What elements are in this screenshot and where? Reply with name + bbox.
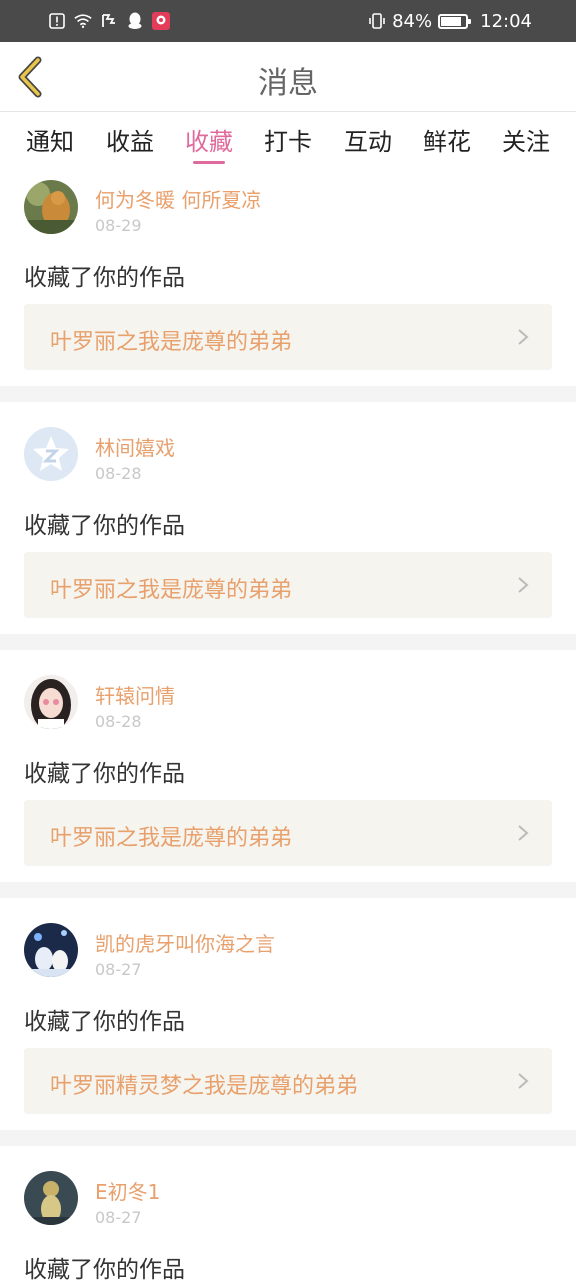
action-text: 收藏了你的作品: [24, 761, 185, 787]
divider: [0, 882, 576, 898]
date: 08-29: [95, 216, 142, 235]
tab-follow[interactable]: 关注: [486, 122, 566, 157]
username[interactable]: 轩辕问情: [95, 680, 175, 709]
tab-checkin[interactable]: 打卡: [248, 122, 328, 157]
work-title: 叶罗丽之我是庞尊的弟弟: [50, 578, 293, 603]
work-title: 叶罗丽精灵梦之我是庞尊的弟弟: [50, 1074, 359, 1099]
tab-favorites[interactable]: 收藏: [169, 122, 249, 157]
date: 08-27: [95, 960, 142, 979]
username[interactable]: 林间嬉戏: [95, 432, 175, 461]
list-item: E初冬1 08-27 收藏了你的作品: [0, 1146, 576, 1280]
work-card[interactable]: 叶罗丽精灵梦之我是庞尊的弟弟: [24, 1048, 552, 1114]
tab-bar: 通知 收益 收藏 打卡 互动 鲜花 关注: [0, 112, 576, 170]
page-title: 消息: [258, 66, 318, 101]
list-item: 何为冬暖 何所夏凉 08-29 收藏了你的作品 叶罗丽之我是庞尊的弟弟: [0, 170, 576, 386]
username[interactable]: 凯的虎牙叫你海之言: [95, 928, 275, 957]
clock: 12:04: [480, 10, 532, 32]
tab-flowers[interactable]: 鲜花: [407, 122, 487, 157]
app-notification-icon: [152, 12, 170, 30]
tab-notifications[interactable]: 通知: [10, 122, 90, 157]
divider: [0, 1130, 576, 1146]
header: 消息: [0, 42, 576, 112]
work-card[interactable]: 叶罗丽之我是庞尊的弟弟: [24, 552, 552, 618]
status-bar: 84% 12:04: [0, 0, 576, 42]
date: 08-28: [95, 464, 142, 483]
date: 08-27: [95, 1208, 142, 1227]
avatar[interactable]: [24, 1171, 78, 1225]
work-card[interactable]: 叶罗丽之我是庞尊的弟弟: [24, 800, 552, 866]
wifi-icon: [74, 12, 92, 30]
status-icons-left: [48, 10, 170, 32]
username[interactable]: E初冬1: [95, 1176, 160, 1205]
action-text: 收藏了你的作品: [24, 1257, 185, 1280]
work-card[interactable]: 叶罗丽之我是庞尊的弟弟: [24, 304, 552, 370]
chevron-right-icon: [518, 577, 529, 593]
avatar[interactable]: [24, 675, 78, 729]
avatar[interactable]: [24, 923, 78, 977]
chevron-right-icon: [518, 1073, 529, 1089]
tab-earnings[interactable]: 收益: [90, 122, 170, 157]
list-item: 轩辕问情 08-28 收藏了你的作品 叶罗丽之我是庞尊的弟弟: [0, 650, 576, 882]
date: 08-28: [95, 712, 142, 731]
qq-icon: [126, 12, 144, 30]
chevron-right-icon: [518, 329, 529, 345]
active-tab-indicator: [193, 161, 225, 164]
username[interactable]: 何为冬暖 何所夏凉: [95, 184, 261, 213]
avatar[interactable]: [24, 180, 78, 234]
tab-interaction[interactable]: 互动: [328, 122, 408, 157]
flag-icon: [100, 12, 118, 30]
action-text: 收藏了你的作品: [24, 265, 185, 291]
chevron-right-icon: [518, 825, 529, 841]
work-title: 叶罗丽之我是庞尊的弟弟: [50, 330, 293, 355]
battery-percent: 84%: [392, 10, 433, 32]
divider: [0, 634, 576, 650]
vibrate-icon: [368, 12, 386, 30]
action-text: 收藏了你的作品: [24, 1009, 185, 1035]
alert-icon: [48, 12, 66, 30]
divider: [0, 386, 576, 402]
list-item: 凯的虎牙叫你海之言 08-27 收藏了你的作品 叶罗丽精灵梦之我是庞尊的弟弟: [0, 898, 576, 1130]
list-item: 林间嬉戏 08-28 收藏了你的作品 叶罗丽之我是庞尊的弟弟: [0, 402, 576, 634]
battery-icon: [438, 13, 472, 29]
avatar[interactable]: [24, 427, 78, 481]
action-text: 收藏了你的作品: [24, 513, 185, 539]
work-title: 叶罗丽之我是庞尊的弟弟: [50, 826, 293, 851]
status-icons-right: 84% 12:04: [368, 8, 532, 34]
